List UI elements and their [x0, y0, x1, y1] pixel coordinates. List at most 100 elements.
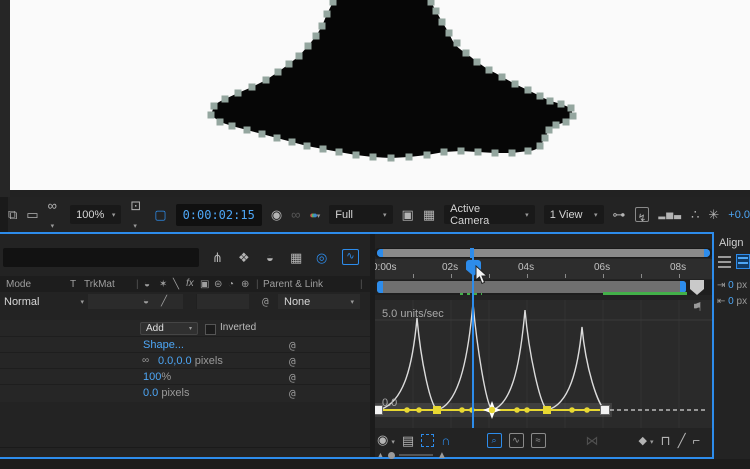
feather-link-icon[interactable]: ∞: [142, 355, 149, 366]
zoom-slider-knob[interactable]: [387, 451, 395, 459]
mini-flowchart-icon[interactable]: ⋔: [212, 251, 223, 264]
work-area-start-handle[interactable]: [377, 281, 383, 293]
convert-to-bezier-icon[interactable]: ⌐: [693, 434, 701, 447]
column-mode[interactable]: Mode: [6, 279, 31, 290]
toggle-mask-paths-icon[interactable]: ▢: [154, 208, 166, 221]
indent-left-unit: px: [736, 280, 748, 291]
ruler-tick-label: 08s: [670, 262, 687, 273]
mask-expansion-pickwhip-icon[interactable]: @: [289, 387, 296, 400]
mask-path-value[interactable]: Shape...: [143, 339, 184, 351]
switch-shy-icon: ◒: [144, 279, 151, 290]
mask-expansion-value[interactable]: 0.0: [143, 387, 158, 399]
fast-previews-icon[interactable]: ↯: [634, 207, 650, 224]
mask-feather-pickwhip-icon[interactable]: @: [289, 355, 296, 368]
separate-dimensions-icon[interactable]: ⋈: [586, 434, 599, 447]
camera-view-value: Active Camera: [450, 202, 490, 227]
switch-fx-icon: fx: [186, 278, 194, 289]
blend-mode-value: Normal: [4, 295, 40, 308]
time-ruler[interactable]: 0:00s 02s 04s 06s 08s: [375, 259, 712, 279]
after-effects-window: { "viewer": { "magnification": "100%", "…: [0, 0, 750, 469]
snapshot-layers-icon[interactable]: ⧉: [8, 208, 17, 221]
align-left-icon[interactable]: [718, 256, 731, 268]
ruler-tick-label: 02s: [442, 262, 459, 273]
timeline-panel: ⋔ ❖ ◒ ▦ ◎ ∿ Mode T TrkMat | ◒ ✶ ╲ fx ▣ ⊜…: [0, 234, 712, 461]
align-panel-tab[interactable]: Align: [719, 237, 743, 249]
show-snapshot-monitor-icon[interactable]: ▭: [26, 208, 38, 221]
show-properties-eye-icon[interactable]: ◉ ▾: [377, 431, 395, 449]
indent-left-value[interactable]: 0: [728, 280, 734, 291]
comp-marker-flag-icon[interactable]: ⚑: [692, 300, 703, 314]
convert-to-linear-icon[interactable]: ╱: [678, 434, 686, 447]
channel-goggles-icon[interactable]: ∞▾: [48, 197, 62, 233]
mask-path-pickwhip-icon[interactable]: @: [289, 339, 296, 352]
mask-inverted-checkbox[interactable]: [205, 324, 216, 335]
graph-y-max-label: 5.0 units/sec: [382, 308, 444, 320]
blend-mode-dropdown[interactable]: Normal ▾: [4, 294, 84, 309]
resolution-dropdown[interactable]: Full ▾: [329, 205, 393, 224]
column-parent-link[interactable]: Parent & Link: [263, 279, 323, 290]
ruler-tick-label: 0:00s: [375, 262, 397, 273]
cache-indicator-dots: [460, 293, 482, 295]
snapshot-camera-icon[interactable]: ◉: [271, 208, 282, 221]
comp-marker-bin-icon[interactable]: [690, 280, 704, 295]
fit-selection-icon[interactable]: ∿: [508, 432, 524, 448]
composition-viewer: ⧉ ▭ ∞▾ 100% ▾ ⊡▾ ▢ 0:00:02:15 ◉ ∞ ●●● ▾ F…: [0, 0, 750, 232]
timeline-chart-icon[interactable]: ▂▅▃: [658, 210, 682, 219]
hide-shy-layers-icon[interactable]: ◒: [266, 251, 274, 264]
switch-quality-icon: ╲: [173, 279, 180, 290]
mask-mode-dropdown[interactable]: Add ▾: [140, 322, 198, 335]
column-t[interactable]: T: [70, 279, 76, 290]
composition-canvas[interactable]: [10, 0, 750, 190]
motion-blur-icon[interactable]: ◎: [316, 251, 327, 264]
timeline-search-input[interactable]: [3, 248, 199, 267]
show-transform-box-icon[interactable]: [421, 433, 435, 447]
parent-pickwhip-icon[interactable]: @: [262, 295, 269, 308]
layer-row: Normal ▾ ◒ ╱ @ None ▾: [0, 292, 370, 312]
mask-rows: Add ▾ Inverted Shape... @ ∞ 0.0,0.0 pixe…: [0, 320, 370, 402]
switch-3d-icon: ⊕: [241, 279, 250, 290]
timeline-navigator-bar[interactable]: [375, 248, 712, 258]
snap-magnet-icon[interactable]: ∩: [441, 434, 450, 447]
graph-type-options-icon[interactable]: ▤: [402, 434, 414, 447]
magnification-dropdown[interactable]: 100% ▾: [70, 205, 122, 224]
playhead-line[interactable]: [472, 258, 474, 428]
camera-view-dropdown[interactable]: Active Camera ▾: [444, 202, 535, 227]
shy-toggle-icon[interactable]: ◒: [143, 296, 149, 307]
mask-inverted-label[interactable]: Inverted: [220, 322, 256, 333]
transparency-grid-icon[interactable]: ▦: [423, 208, 435, 221]
adjust-exposure-shutter-icon[interactable]: ✳: [708, 208, 719, 221]
bottom-strip: [0, 459, 750, 469]
zoom-slider-track[interactable]: [398, 454, 433, 456]
region-of-interest-icon[interactable]: ⊡▾: [130, 197, 145, 233]
graph-editor-toggle-icon[interactable]: ∿: [342, 249, 359, 265]
indent-right-value[interactable]: 0: [728, 296, 734, 307]
zoom-out-icon[interactable]: ▲: [377, 452, 384, 459]
draft-3d-icon[interactable]: ❖: [238, 251, 250, 264]
fit-all-graphs-icon[interactable]: ≈: [530, 432, 546, 448]
column-trkmat[interactable]: TrkMat: [84, 279, 115, 290]
masked-blob-shape[interactable]: [190, 0, 600, 175]
target-region-icon[interactable]: ▣: [402, 208, 414, 221]
align-center-icon[interactable]: [736, 254, 750, 269]
mask-opacity-pickwhip-icon[interactable]: @: [289, 371, 296, 384]
layer-switches[interactable]: ◒ ╱: [88, 294, 183, 309]
show-last-snapshot-icon[interactable]: ∞: [291, 208, 300, 221]
navigator-start-handle[interactable]: [377, 249, 383, 257]
view-layout-dropdown[interactable]: 1 View ▾: [543, 205, 604, 224]
navigator-end-handle[interactable]: [704, 249, 710, 257]
flowchart-network-icon[interactable]: ∴: [691, 208, 699, 221]
frame-blending-icon[interactable]: ▦: [290, 251, 302, 264]
stereo-goggles-icon[interactable]: ⊶: [613, 208, 626, 221]
edit-selected-keyframes-icon[interactable]: ◆ ▾: [639, 431, 654, 449]
show-channel-rgb-icon[interactable]: ●●● ▾: [309, 210, 320, 220]
exposure-value[interactable]: +0.0: [728, 209, 750, 221]
mask-opacity-value[interactable]: 100: [143, 371, 161, 383]
auto-zoom-graph-icon[interactable]: ⌕: [486, 432, 502, 448]
parent-dropdown[interactable]: None ▾: [278, 294, 360, 309]
timecode-display[interactable]: 0:00:02:15: [175, 203, 262, 226]
layer-switch-cells[interactable]: [196, 294, 249, 309]
mask-feather-value[interactable]: 0.0,0.0: [158, 355, 192, 367]
quality-toggle-icon[interactable]: ╱: [161, 296, 167, 307]
convert-to-hold-icon[interactable]: ⊓: [661, 434, 671, 447]
switch-frame-blend-icon: ▣: [200, 279, 210, 290]
